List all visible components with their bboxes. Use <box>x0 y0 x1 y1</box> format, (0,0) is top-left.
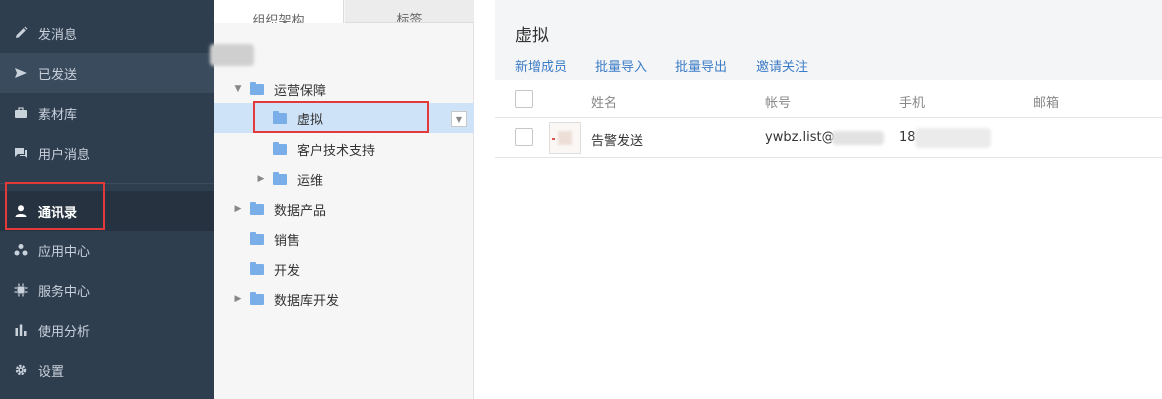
sidebar-item-user-messages[interactable]: 用户消息 <box>0 133 214 173</box>
batch-import-link[interactable]: 批量导入 <box>595 56 647 75</box>
sidebar-item-service-center[interactable]: 服务中心 <box>0 270 214 310</box>
sidebar-item-label: 应用中心 <box>38 244 91 260</box>
expand-right-icon[interactable]: ▶ <box>255 174 267 184</box>
folder-icon <box>273 171 287 185</box>
sidebar-item-sent[interactable]: 已发送 <box>0 53 214 93</box>
phone-redacted <box>915 128 991 148</box>
tree-node-customer-support[interactable]: 客户技术支持 <box>273 134 375 164</box>
tree-node-development[interactable]: 开发 <box>250 254 300 284</box>
tab-tags[interactable]: 标签 <box>345 0 474 23</box>
briefcase-icon <box>13 105 29 121</box>
account-redacted <box>832 131 884 145</box>
tree-node-sales[interactable]: 销售 <box>250 224 300 254</box>
contact-icon <box>13 203 29 219</box>
pencil-icon <box>13 25 29 41</box>
batch-export-link[interactable]: 批量导出 <box>675 56 727 75</box>
sidebar-item-label: 设置 <box>38 364 65 380</box>
sidebar-item-label: 通讯录 <box>38 205 78 221</box>
sidebar-item-settings[interactable]: 设置 <box>0 350 214 390</box>
sidebar-item-app-center[interactable]: 应用中心 <box>0 230 214 270</box>
main-content: 虚拟 新增成员 批量导入 批量导出 邀请关注 姓名 帐号 手机 邮箱 告警发送 … <box>495 0 1162 399</box>
tree-node-label: 开发 <box>274 263 301 279</box>
sidebar-item-label: 发消息 <box>38 27 78 43</box>
folder-icon <box>273 141 287 155</box>
tree-node-ops[interactable]: ▼ 运营保障 <box>232 74 326 104</box>
folder-icon <box>250 201 264 215</box>
select-all-checkbox[interactable] <box>515 90 533 108</box>
folder-icon <box>250 261 264 275</box>
folder-icon <box>250 81 264 95</box>
page-title: 虚拟 <box>515 26 549 46</box>
tree-node-label: 运营保障 <box>274 83 327 99</box>
tree-node-selected-bg <box>214 103 474 133</box>
table-header: 姓名 帐号 手机 邮箱 <box>495 80 1162 118</box>
folder-icon <box>250 231 264 245</box>
tab-label: 组织架构 <box>252 14 305 23</box>
avatar-mark <box>552 138 555 140</box>
invite-follow-link[interactable]: 邀请关注 <box>756 56 808 75</box>
chip-icon <box>13 282 29 298</box>
company-logo-blurred <box>210 44 254 66</box>
column-header-name: 姓名 <box>591 96 618 111</box>
member-phone: 18 <box>899 130 916 145</box>
sidebar-item-analytics[interactable]: 使用分析 <box>0 310 214 350</box>
expand-right-icon[interactable]: ▶ <box>232 294 244 304</box>
gear-icon <box>13 362 29 378</box>
row-checkbox[interactable] <box>515 128 533 146</box>
chat-icon <box>13 145 29 161</box>
sidebar-item-contacts[interactable]: 通讯录 <box>0 191 214 231</box>
tree-node-label: 销售 <box>274 233 301 249</box>
sidebar-item-label: 用户消息 <box>38 147 91 163</box>
column-header-account: 帐号 <box>765 96 792 111</box>
tree-node-data-products[interactable]: ▶ 数据产品 <box>232 194 326 224</box>
send-icon <box>13 65 29 81</box>
sidebar-item-send-message[interactable]: 发消息 <box>0 13 214 53</box>
expand-down-icon[interactable]: ▼ <box>232 84 244 94</box>
sidebar: 发消息 已发送 素材库 用户消息 通讯录 应用中心 服务中心 使用分析 设置 <box>0 0 214 399</box>
sidebar-item-label: 使用分析 <box>38 324 91 340</box>
column-header-phone: 手机 <box>899 96 926 111</box>
avatar <box>549 122 581 154</box>
sidebar-item-label: 素材库 <box>38 107 78 123</box>
node-menu-dropdown-icon[interactable]: ▼ <box>451 111 467 127</box>
main-header: 虚拟 新增成员 批量导入 批量导出 邀请关注 <box>495 0 1162 80</box>
member-name[interactable]: 告警发送 <box>591 130 643 149</box>
expand-right-icon[interactable]: ▶ <box>232 204 244 214</box>
tree-node-devops[interactable]: ▶ 运维 <box>255 164 323 194</box>
sidebar-item-materials[interactable]: 素材库 <box>0 93 214 133</box>
tree-node-label: 数据库开发 <box>274 293 340 309</box>
sidebar-item-label: 已发送 <box>38 67 78 83</box>
sidebar-item-label: 服务中心 <box>38 284 91 300</box>
sidebar-divider <box>0 183 214 184</box>
tree-node-virtual[interactable]: 虚拟 <box>273 103 323 133</box>
folder-icon <box>273 110 287 124</box>
tree-node-db-dev[interactable]: ▶ 数据库开发 <box>232 284 339 314</box>
bar-chart-icon <box>13 322 29 338</box>
tree-node-label: 运维 <box>297 173 324 189</box>
tab-org-structure[interactable]: 组织架构 <box>214 0 344 23</box>
table-row[interactable]: 告警发送 ywbz.list@ 18 <box>495 118 1162 158</box>
column-header-email: 邮箱 <box>1033 96 1060 111</box>
apps-icon <box>13 242 29 258</box>
member-account: ywbz.list@ <box>765 130 835 145</box>
folder-icon <box>250 291 264 305</box>
tree-node-label: 虚拟 <box>297 112 324 128</box>
tab-label: 标签 <box>396 13 423 23</box>
tree-node-label: 数据产品 <box>274 203 327 219</box>
avatar-image <box>558 131 572 145</box>
add-member-link[interactable]: 新增成员 <box>515 56 567 75</box>
tree-node-label: 客户技术支持 <box>297 143 376 159</box>
